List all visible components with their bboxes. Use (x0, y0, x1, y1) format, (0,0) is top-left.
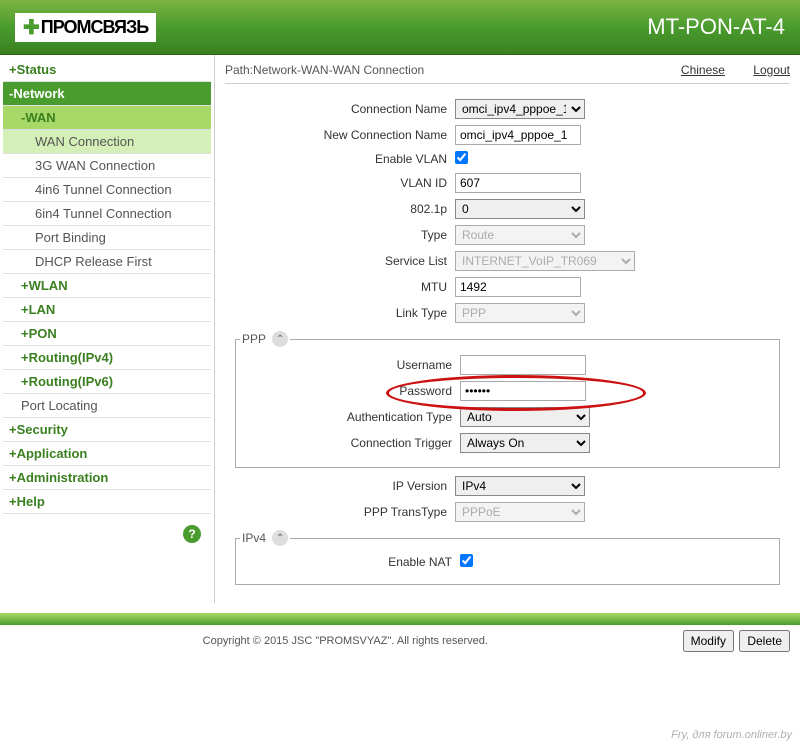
brand-logo: ✚ ПРОМСВЯЗЬ (15, 13, 156, 42)
link-type-select[interactable]: PPP (455, 303, 585, 323)
sidebar-item-port-locating[interactable]: Port Locating (3, 394, 211, 418)
type-select[interactable]: Route (455, 225, 585, 245)
form-area: Connection Nameomci_ipv4_pppoe_1 New Con… (225, 84, 790, 598)
sidebar-item-routing-ipv6[interactable]: Routing(IPv6) (3, 370, 211, 394)
password-input[interactable] (460, 381, 586, 401)
sidebar: Status Network WAN WAN Connection 3G WAN… (0, 55, 215, 603)
sidebar-item-help[interactable]: Help (3, 490, 211, 514)
sidebar-item-administration[interactable]: Administration (3, 466, 211, 490)
collapse-icon[interactable]: ⌃ (272, 530, 288, 546)
enable-vlan-label: Enable VLAN (235, 152, 455, 166)
enable-nat-checkbox[interactable] (460, 554, 473, 567)
sidebar-item-wlan[interactable]: WLAN (3, 274, 211, 298)
sidebar-item-port-binding[interactable]: Port Binding (3, 226, 211, 250)
sidebar-item-routing-ipv4[interactable]: Routing(IPv4) (3, 346, 211, 370)
header: ✚ ПРОМСВЯЗЬ MT-PON-AT-4 (0, 0, 800, 55)
copyright: Copyright © 2015 JSC "PROMSVYAZ". All ri… (10, 635, 681, 647)
ip-version-label: IP Version (235, 479, 455, 493)
footer-bar (0, 613, 800, 625)
8021p-label: 802.1p (235, 202, 455, 216)
help-icon[interactable]: ? (183, 525, 201, 543)
sidebar-item-status[interactable]: Status (3, 58, 211, 82)
service-list-select[interactable]: INTERNET_VoIP_TR069 (455, 251, 635, 271)
new-connection-name-input[interactable] (455, 125, 581, 145)
brand-text: ПРОМСВЯЗЬ (41, 17, 148, 38)
mtu-input[interactable] (455, 277, 581, 297)
vlan-id-label: VLAN ID (235, 176, 455, 190)
ppp-fieldset: PPP ⌃ Username Password Authentication Ty… (235, 331, 780, 468)
ppp-legend: PPP (242, 332, 266, 346)
sidebar-item-pon[interactable]: PON (3, 322, 211, 346)
sidebar-item-4in6[interactable]: 4in6 Tunnel Connection (3, 178, 211, 202)
service-list-label: Service List (235, 254, 455, 268)
sidebar-item-application[interactable]: Application (3, 442, 211, 466)
sidebar-item-dhcp-release[interactable]: DHCP Release First (3, 250, 211, 274)
watermark: Fry, для forum.onliner.by (671, 729, 792, 741)
sidebar-item-3g-wan[interactable]: 3G WAN Connection (3, 154, 211, 178)
language-link[interactable]: Chinese (681, 63, 725, 77)
connection-name-select[interactable]: omci_ipv4_pppoe_1 (455, 99, 585, 119)
ip-version-select[interactable]: IPv4 (455, 476, 585, 496)
type-label: Type (235, 228, 455, 242)
model-name: MT-PON-AT-4 (647, 14, 785, 40)
content: Path:Network-WAN-WAN Connection Chinese … (215, 55, 800, 603)
sidebar-item-6in4[interactable]: 6in4 Tunnel Connection (3, 202, 211, 226)
link-type-label: Link Type (235, 306, 455, 320)
8021p-select[interactable]: 0 (455, 199, 585, 219)
sidebar-item-security[interactable]: Security (3, 418, 211, 442)
vlan-id-input[interactable] (455, 173, 581, 193)
logo-icon: ✚ (23, 15, 39, 40)
modify-button[interactable]: Modify (683, 630, 734, 652)
sidebar-item-wan[interactable]: WAN (3, 106, 211, 130)
ipv4-legend: IPv4 (242, 531, 266, 545)
breadcrumb: Path:Network-WAN-WAN Connection (225, 63, 424, 77)
password-label: Password (240, 384, 460, 398)
collapse-icon[interactable]: ⌃ (272, 331, 288, 347)
auth-type-label: Authentication Type (240, 410, 460, 424)
ppp-trans-select[interactable]: PPPoE (455, 502, 585, 522)
mtu-label: MTU (235, 280, 455, 294)
logout-link[interactable]: Logout (753, 63, 790, 77)
connection-name-label: Connection Name (235, 102, 455, 116)
new-connection-name-label: New Connection Name (235, 128, 455, 142)
trigger-select[interactable]: Always On (460, 433, 590, 453)
delete-button[interactable]: Delete (739, 630, 790, 652)
trigger-label: Connection Trigger (240, 436, 460, 450)
auth-type-select[interactable]: Auto (460, 407, 590, 427)
ppp-trans-label: PPP TransType (235, 505, 455, 519)
ipv4-fieldset: IPv4 ⌃ Enable NAT (235, 530, 780, 585)
enable-vlan-checkbox[interactable] (455, 151, 468, 164)
username-label: Username (240, 358, 460, 372)
sidebar-item-wan-connection[interactable]: WAN Connection (3, 130, 211, 154)
sidebar-item-lan[interactable]: LAN (3, 298, 211, 322)
sidebar-item-network[interactable]: Network (3, 82, 211, 106)
enable-nat-label: Enable NAT (240, 555, 460, 569)
username-input[interactable] (460, 355, 586, 375)
